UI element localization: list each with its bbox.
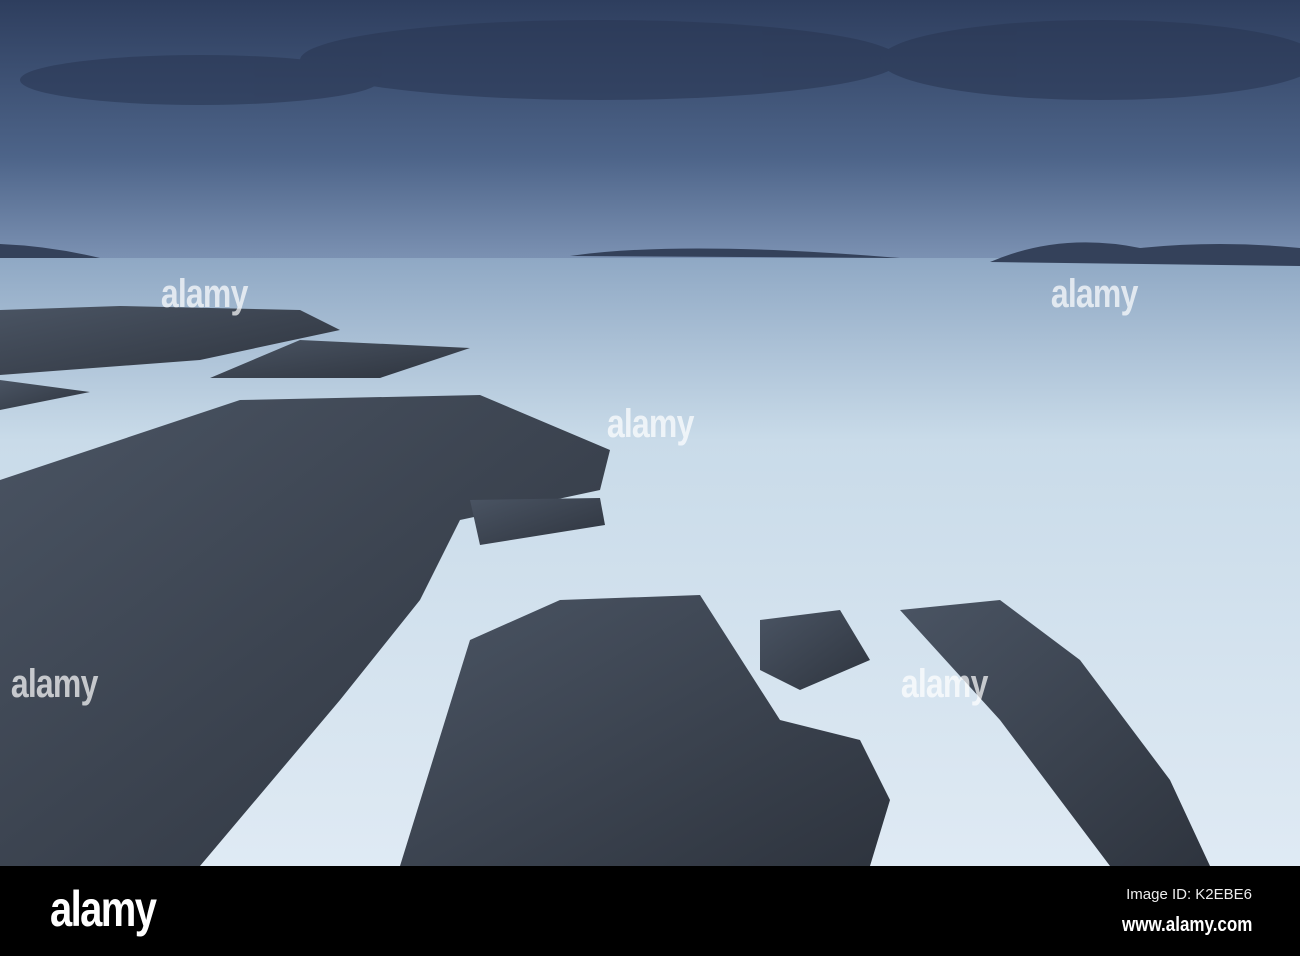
image-id: Image ID: K2EBE6 (1126, 886, 1252, 903)
watermark: alamy (900, 662, 989, 706)
stock-photo-page: alamy alamy alamy alamy alamy alamy Imag… (0, 0, 1300, 956)
watermark: alamy (1050, 272, 1139, 316)
alamy-logo: alamy (50, 881, 157, 937)
watermark: alamy (160, 272, 249, 316)
site-url: www.alamy.com (1121, 914, 1252, 936)
watermark: alamy (606, 402, 695, 446)
footer-bar: alamy Image ID: K2EBE6 www.alamy.com (0, 866, 1300, 956)
watermark: alamy (10, 662, 99, 706)
